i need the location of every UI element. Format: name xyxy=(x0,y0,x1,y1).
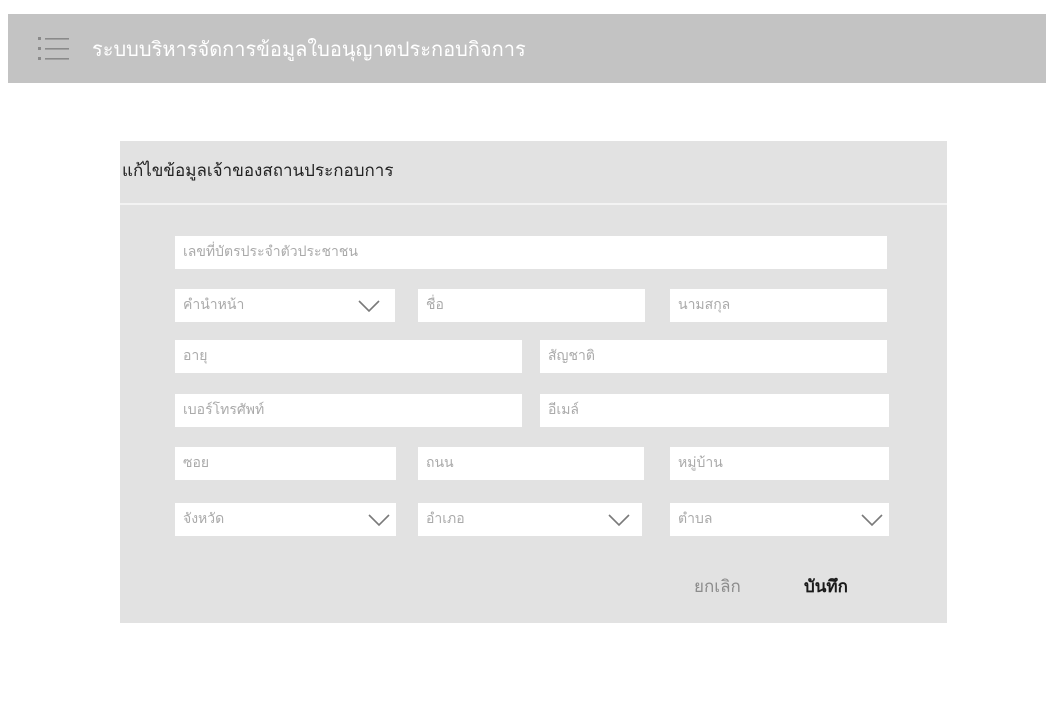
subdistrict-placeholder: ตำบล xyxy=(678,511,713,527)
chevron-down-icon xyxy=(861,514,883,527)
district-placeholder: อำเภอ xyxy=(426,511,465,527)
app-header: ระบบบริหารจัดการข้อมูลใบอนุญาตประกอบกิจก… xyxy=(8,14,1046,83)
phone-input[interactable]: เบอร์โทรศัพท์ xyxy=(175,394,522,427)
province-placeholder: จังหวัด xyxy=(183,511,225,527)
email-input[interactable]: อีเมล์ xyxy=(540,394,889,427)
first-name-input[interactable]: ชื่อ xyxy=(418,289,645,322)
nationality-placeholder: สัญชาติ xyxy=(548,348,595,364)
save-button[interactable]: บันทึก xyxy=(804,574,848,600)
village-placeholder: หมู่บ้าน xyxy=(678,455,723,471)
prefix-select[interactable]: คำนำหน้า xyxy=(175,289,395,322)
last-name-input[interactable]: นามสกุล xyxy=(670,289,887,322)
nationality-input[interactable]: สัญชาติ xyxy=(540,340,887,373)
id-card-input[interactable]: เลขที่บัตรประจำตัวประชาชน xyxy=(175,236,887,269)
province-select[interactable]: จังหวัด xyxy=(175,503,396,536)
form-title: แก้ไขข้อมูลเจ้าของสถานประกอบการ xyxy=(122,161,394,181)
chevron-down-icon xyxy=(358,300,380,313)
age-input[interactable]: อายุ xyxy=(175,340,522,373)
district-select[interactable]: อำเภอ xyxy=(418,503,642,536)
road-input[interactable]: ถนน xyxy=(418,447,644,480)
road-placeholder: ถนน xyxy=(426,455,454,471)
email-placeholder: อีเมล์ xyxy=(548,402,580,418)
prefix-placeholder: คำนำหน้า xyxy=(183,297,245,313)
soi-placeholder: ซอย xyxy=(183,455,210,471)
menu-icon[interactable] xyxy=(37,34,71,64)
phone-placeholder: เบอร์โทรศัพท์ xyxy=(183,402,265,418)
form-divider xyxy=(120,203,947,205)
edit-owner-form: แก้ไขข้อมูลเจ้าของสถานประกอบการ เลขที่บั… xyxy=(120,141,947,623)
soi-input[interactable]: ซอย xyxy=(175,447,396,480)
chevron-down-icon xyxy=(368,514,390,527)
id-card-placeholder: เลขที่บัตรประจำตัวประชาชน xyxy=(183,244,358,260)
app-title: ระบบบริหารจัดการข้อมูลใบอนุญาตประกอบกิจก… xyxy=(92,37,526,61)
first-name-placeholder: ชื่อ xyxy=(426,297,444,313)
chevron-down-icon xyxy=(608,514,630,527)
last-name-placeholder: นามสกุล xyxy=(678,297,731,313)
village-input[interactable]: หมู่บ้าน xyxy=(670,447,889,480)
cancel-button[interactable]: ยกเลิก xyxy=(694,574,741,600)
subdistrict-select[interactable]: ตำบล xyxy=(670,503,889,536)
age-placeholder: อายุ xyxy=(183,348,208,364)
